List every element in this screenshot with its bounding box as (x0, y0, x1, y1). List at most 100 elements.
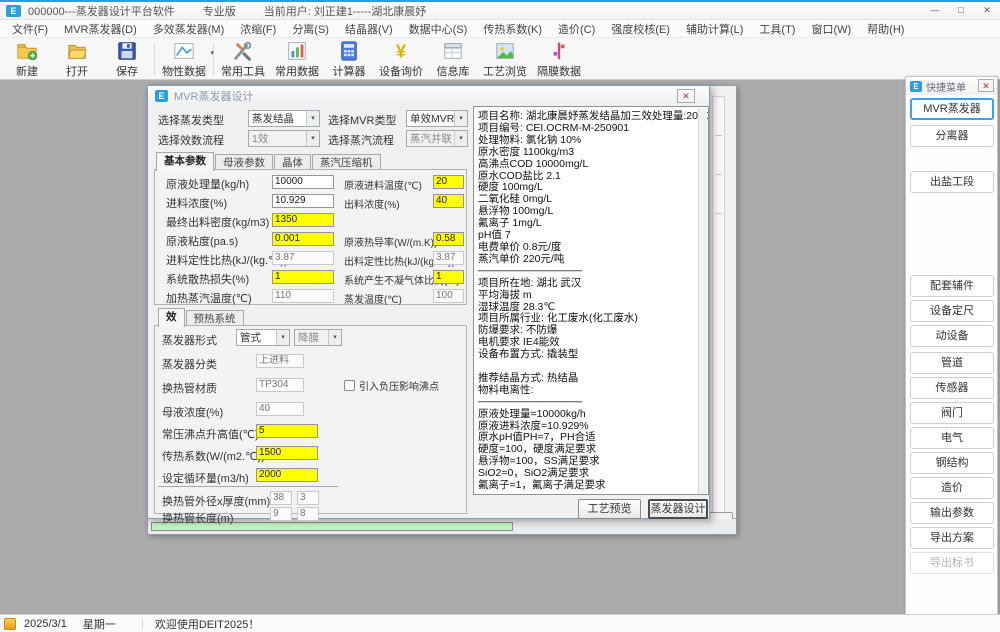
param-field[interactable]: 3.87 (433, 251, 464, 265)
quick-menu-close-button[interactable]: ✕ (978, 79, 994, 92)
evaporator-design-button[interactable]: 蒸发器设计 (648, 499, 708, 519)
dialog-title: MVR蒸发器设计 (174, 88, 253, 104)
tube-material-label: 换热管材质 (162, 380, 217, 396)
param-field[interactable]: 110 (272, 289, 334, 303)
quick-menu-button-造价[interactable]: 造价 (910, 477, 994, 499)
menu-item-辅助计算(L)[interactable]: 辅助计算(L) (678, 21, 751, 37)
menu-item-数据中心(S)[interactable]: 数据中心(S) (401, 21, 476, 37)
menu-item-造价(C)[interactable]: 造价(C) (550, 21, 603, 37)
toolbar-button-常用工具[interactable]: 常用工具 (216, 38, 270, 79)
toolbar-button-label: 打开 (66, 63, 88, 79)
menu-item-分离(S)[interactable]: 分离(S) (284, 21, 337, 37)
toolbar-button-隔膜数据[interactable]: 隔膜数据 (532, 38, 586, 79)
selector-combo-选择蒸汽流程[interactable]: 蒸汽并联▾ (406, 130, 468, 147)
quick-menu-button-MVR蒸发器[interactable]: MVR蒸发器 (910, 98, 994, 120)
effect-tab-效[interactable]: 效 (158, 308, 185, 327)
menu-item-窗口(W)[interactable]: 窗口(W) (803, 21, 859, 37)
process-preview-button[interactable]: 工艺预览 (578, 499, 641, 519)
checkbox-box-icon[interactable] (344, 380, 355, 391)
menu-item-传热系数(K)[interactable]: 传热系数(K) (475, 21, 550, 37)
param-field[interactable]: 100 (433, 289, 464, 303)
film-type-combo[interactable]: 降膜▾ (294, 329, 342, 346)
dropdown-caret-icon[interactable]: ▾ (210, 49, 214, 57)
heat-transfer-coeff-field[interactable]: 1500 (256, 446, 318, 460)
chevron-down-icon: ▾ (454, 111, 467, 126)
quick-menu-button-分离器[interactable]: 分离器 (910, 125, 994, 147)
param-field[interactable]: 0.58 (433, 232, 464, 246)
minimize-button[interactable]: — (922, 2, 948, 19)
quick-menu-button-管道[interactable]: 管道 (910, 352, 994, 374)
project-summary-textarea[interactable]: 项目名称: 湖北康晨妤蒸发结晶加三效处理量:2000kg/h项目编号: CEI.… (473, 106, 709, 495)
menu-item-帮助(H)[interactable]: 帮助(H) (859, 21, 912, 37)
price-icon: ¥ (390, 40, 412, 62)
tube-od-thickness-label: 换热管外径x厚度(mm) (162, 493, 270, 509)
quick-menu-button-传感器[interactable]: 传感器 (910, 377, 994, 399)
tube-od-field[interactable]: 38 (270, 491, 292, 505)
quick-menu-button-输出参数[interactable]: 输出参数 (910, 502, 994, 524)
param-label: 最终出料密度(kg/m3) (166, 214, 269, 230)
param-field[interactable]: 1350 (272, 213, 334, 227)
toolbar-button-保存[interactable]: 保存 (102, 38, 152, 79)
quick-menu-button-阀门[interactable]: 阀门 (910, 402, 994, 424)
dialog-title-bar: E MVR蒸发器设计 (148, 86, 709, 106)
quick-menu-button-配套辅件[interactable]: 配套辅件 (910, 275, 994, 297)
tab-基本参数[interactable]: 基本参数 (156, 152, 214, 171)
toolbar-button-打开[interactable]: 打开 (52, 38, 102, 79)
app-window: E 000000---蒸发器设计平台软件 专业版 当前用户: 刘正建1-----… (0, 0, 1000, 630)
close-button[interactable]: ✕ (974, 2, 1000, 19)
quick-menu-button-动设备[interactable]: 动设备 (910, 325, 994, 347)
menu-item-强度校核(E)[interactable]: 强度校核(E) (603, 21, 678, 37)
quick-menu-button-设备定尺[interactable]: 设备定尺 (910, 300, 994, 322)
toolbar-button-新建[interactable]: 新建 (2, 38, 52, 79)
toolbar-button-信息库[interactable]: 信息库 (428, 38, 478, 79)
evaporator-form-combo[interactable]: 管式▾ (236, 329, 290, 346)
menu-item-浓缩(F)[interactable]: 浓缩(F) (232, 21, 284, 37)
toolbar-button-物性数据[interactable]: ▾物性数据 (157, 38, 211, 79)
maximize-button[interactable]: □ (948, 2, 974, 19)
status-app-icon (4, 618, 16, 630)
quick-menu-panel: E 快捷菜单 ✕ MVR蒸发器分离器出盐工段配套辅件设备定尺动设备管道传感器阀门… (905, 76, 998, 616)
menu-item-工具(T)[interactable]: 工具(T) (751, 21, 803, 37)
quick-menu-button-导出方案[interactable]: 导出方案 (910, 527, 994, 549)
param-field[interactable]: 20 (433, 175, 464, 189)
toolbar-button-设备询价[interactable]: ¥设备询价 (374, 38, 428, 79)
param-field[interactable]: 1 (272, 270, 334, 284)
menu-item-结晶器(V)[interactable]: 结晶器(V) (337, 21, 401, 37)
quick-menu-button-出盐工段[interactable]: 出盐工段 (910, 171, 994, 193)
summary-line: ────────────── (478, 397, 696, 409)
dialog-close-button[interactable]: ✕ (677, 89, 695, 103)
selector-combo-选择蒸发类型[interactable]: 蒸发结晶▾ (248, 110, 320, 127)
selector-label: 选择效数流程 (158, 132, 224, 148)
toolbar-button-计算器[interactable]: 计算器 (324, 38, 374, 79)
heat-transfer-coeff-label: 传热系数(W/(m2.℃)) (162, 448, 265, 464)
combo-value: 蒸发结晶 (252, 111, 306, 126)
param-field[interactable]: 1 (433, 270, 464, 284)
menu-item-多效蒸发器(M)[interactable]: 多效蒸发器(M) (145, 21, 233, 37)
tube-length-field[interactable]: 9 (270, 507, 292, 521)
vacuum-checkbox-label: 引入负压影响沸点 (359, 378, 439, 393)
tube-length-field2[interactable]: 8 (297, 507, 319, 521)
evaporator-class-label: 蒸发器分类 (162, 356, 217, 372)
new-icon (16, 40, 38, 62)
param-field[interactable]: 10.929 (272, 194, 334, 208)
vacuum-effect-checkbox[interactable]: 引入负压影响沸点 (344, 378, 439, 393)
quick-menu-button-钢结构[interactable]: 钢结构 (910, 452, 994, 474)
toolbar-button-工艺浏览[interactable]: 工艺浏览 (478, 38, 532, 79)
tube-thickness-field[interactable]: 3 (297, 491, 319, 505)
param-field[interactable]: 10000 (272, 175, 334, 189)
toolbar-button-常用数据[interactable]: 常用数据 (270, 38, 324, 79)
selector-combo-选择MVR类型[interactable]: 单效MVR▾ (406, 110, 468, 127)
quick-menu-button-电气[interactable]: 电气 (910, 427, 994, 449)
menu-item-MVR蒸发器(D)[interactable]: MVR蒸发器(D) (56, 21, 145, 37)
mother-liquor-conc-field[interactable]: 40 (256, 402, 304, 416)
menu-item-文件(F)[interactable]: 文件(F) (4, 21, 56, 37)
circulation-volume-field[interactable]: 2000 (256, 468, 318, 482)
toolbar-button-label: 常用工具 (221, 63, 265, 79)
param-field[interactable]: 3.87 (272, 251, 334, 265)
param-field[interactable]: 40 (433, 194, 464, 208)
boiling-point-rise-field[interactable]: 5 (256, 424, 318, 438)
background-window-scrollbar[interactable] (712, 96, 725, 516)
selector-combo-选择效数流程[interactable]: 1效▾ (248, 130, 320, 147)
param-field[interactable]: 0.001 (272, 232, 334, 246)
summary-scrollbar[interactable] (698, 108, 707, 495)
